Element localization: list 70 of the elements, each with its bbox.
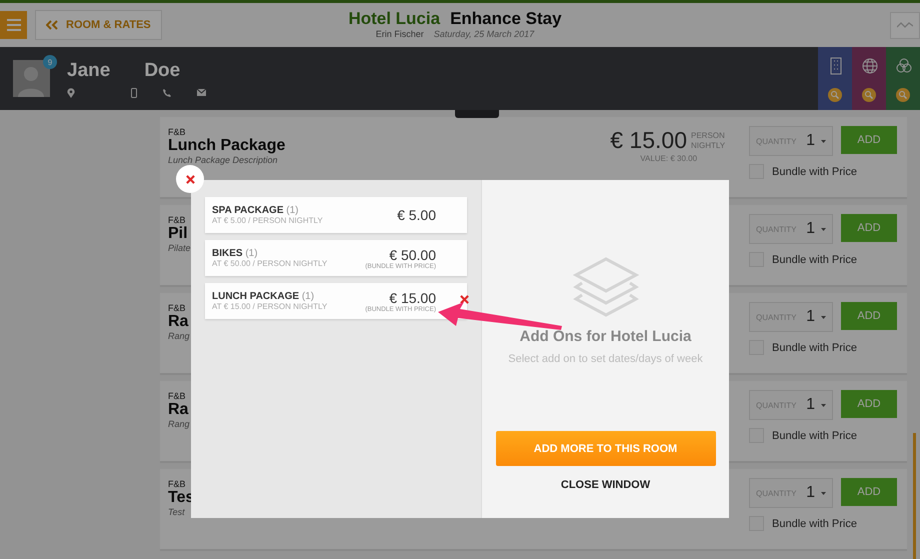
addon-category: F&B: [168, 391, 186, 401]
category-tile[interactable]: [886, 47, 920, 110]
remove-icon[interactable]: [460, 295, 469, 304]
bundle-label: Bundle with Price: [772, 254, 857, 266]
hotel-name: Hotel Lucia: [348, 9, 440, 29]
mobile-phone-icon: [131, 88, 137, 98]
caret-icon: [821, 492, 826, 494]
bundle-label: Bundle with Price: [772, 166, 857, 178]
page-title: Enhance Stay: [450, 9, 562, 29]
addon-description: Rang: [168, 331, 190, 341]
search-icon: [896, 88, 910, 102]
bundle-label: Bundle with Price: [772, 518, 857, 530]
addon-name: Ra: [168, 401, 188, 419]
addon-amount: € 50.00: [389, 246, 436, 262]
scrollbar[interactable]: [913, 433, 916, 559]
globe-icon: [862, 57, 878, 75]
notification-badge: 9: [43, 55, 57, 69]
addon-rate: AT € 50.00 / PERSON NIGHTLY: [212, 259, 328, 268]
line-chart-icon: [897, 21, 913, 29]
close-icon: [186, 174, 194, 184]
addon-name: Ra: [168, 313, 188, 331]
addon-amount: € 15.00: [389, 290, 436, 306]
caret-icon: [821, 316, 826, 318]
addon-name: Pil: [168, 225, 188, 243]
addon-price: € 15.00: [610, 127, 687, 154]
close-window-button[interactable]: CLOSE WINDOW: [554, 478, 656, 492]
addon-description: Test: [168, 507, 185, 517]
search-icon: [862, 88, 876, 102]
empty-hint: Select add on to set dates/days of week: [508, 353, 703, 365]
mail-icon: [197, 89, 206, 96]
addon-rate: AT € 5.00 / PERSON NIGHTLY: [212, 216, 324, 225]
bundle-label: Bundle with Price: [772, 430, 857, 442]
menu-icon: [6, 19, 20, 31]
bundle-label: Bundle with Price: [772, 342, 857, 354]
caret-icon: [821, 404, 826, 406]
search-icon: [828, 88, 842, 102]
menu-button[interactable]: [0, 11, 27, 39]
addon-rate: AT € 15.00 / PERSON NIGHTLY: [212, 302, 328, 311]
addon-category: F&B: [168, 303, 186, 313]
location-pin-icon: [67, 88, 75, 98]
caret-icon: [821, 140, 826, 142]
addon-title: BIKES (1): [212, 248, 259, 259]
addon-description: Pilate: [168, 243, 191, 253]
pull-tab[interactable]: [455, 110, 499, 118]
addon-title: SPA PACKAGE (1): [212, 205, 300, 216]
category-tile[interactable]: [852, 47, 886, 110]
phone-icon: [163, 88, 171, 96]
addon-category: F&B: [168, 127, 186, 137]
avatar-icon: [13, 60, 50, 97]
addon-description: Lunch Package Description: [168, 155, 278, 165]
first-name: Jane: [67, 60, 110, 82]
category-tile[interactable]: [818, 47, 852, 110]
caret-icon: [821, 228, 826, 230]
addon-category: F&B: [168, 215, 186, 225]
chart-button[interactable]: [890, 12, 920, 38]
stay-date: Saturday, 25 March 2017: [434, 29, 534, 39]
building-icon: [828, 57, 844, 75]
addon-value: VALUE: € 30.00: [640, 154, 698, 163]
double-chevron-icon: [46, 20, 58, 30]
empty-title: Add Ons for Hotel Lucia: [520, 328, 692, 345]
addon-name: Lunch Package: [168, 137, 286, 155]
addon-title: LUNCH PACKAGE (1): [212, 291, 316, 302]
addon-category: F&B: [168, 479, 186, 489]
selected-addon[interactable]: SPA PACKAGE (1) AT € 5.00 / PERSON NIGHTLY € 5.00: [205, 197, 467, 233]
last-name: Doe: [144, 60, 180, 82]
agent-name: Erin Fischer: [376, 29, 424, 39]
addon-amount: € 5.00: [397, 207, 436, 223]
price-unit: PERSON NIGHTLY: [691, 130, 726, 150]
circles-icon: [896, 57, 912, 75]
addon-description: Rang: [168, 419, 190, 429]
